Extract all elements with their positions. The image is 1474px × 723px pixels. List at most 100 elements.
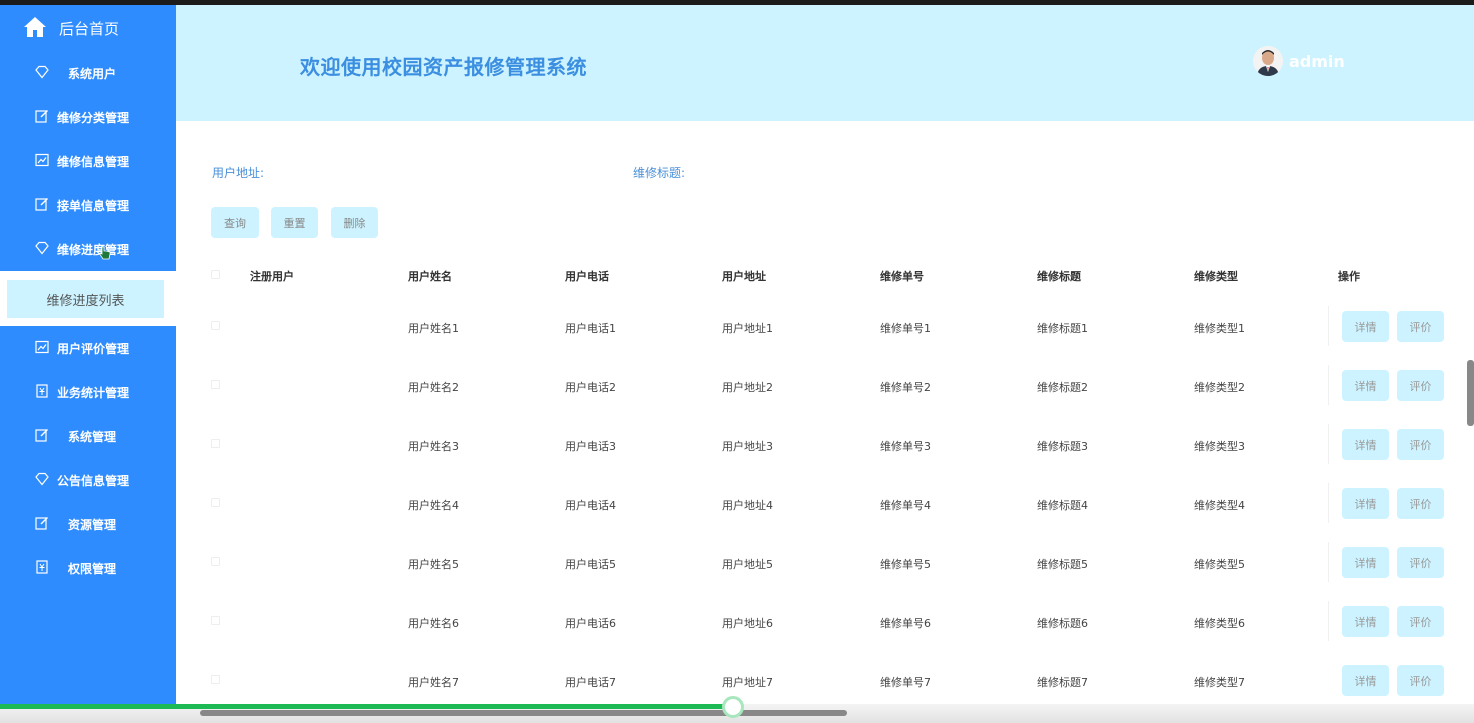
review-button[interactable]: 评价 (1397, 370, 1444, 401)
cell-title: 维修标题5 (1037, 558, 1088, 571)
avatar[interactable] (1253, 46, 1283, 76)
cell-type: 维修类型6 (1194, 617, 1245, 630)
sidebar-item-permission[interactable]: 权限管理 (0, 546, 176, 590)
sidebar-item-order-info[interactable]: 接单信息管理 (0, 183, 176, 227)
sidebar-item-business-stats[interactable]: 业务统计管理 (0, 370, 176, 414)
sidebar-item-system-manage[interactable]: 系统管理 (0, 414, 176, 458)
username-label[interactable]: admin (1289, 52, 1345, 71)
cell-title: 维修标题1 (1037, 322, 1088, 335)
row-divider (1328, 542, 1329, 582)
chart-icon (35, 340, 49, 354)
cell-name: 用户姓名3 (408, 440, 459, 453)
review-button[interactable]: 评价 (1397, 429, 1444, 460)
cell-phone: 用户电话1 (565, 322, 616, 335)
column-header: 操作 (1338, 270, 1360, 283)
diamond-icon (35, 65, 49, 79)
cell-title: 维修标题4 (1037, 499, 1088, 512)
row-checkbox[interactable] (211, 557, 220, 566)
sidebar-item-notice-info[interactable]: 公告信息管理 (0, 458, 176, 502)
detail-button[interactable]: 详情 (1342, 606, 1389, 637)
cell-name: 用户姓名5 (408, 558, 459, 571)
delete-button[interactable]: 删除 (331, 207, 378, 238)
chart-icon (35, 153, 49, 167)
cell-address: 用户地址2 (722, 381, 773, 394)
progress-knob[interactable] (722, 696, 744, 718)
edit-icon (35, 517, 48, 530)
detail-button[interactable]: 详情 (1342, 311, 1389, 342)
header: 欢迎使用校园资产报修管理系统 admin (176, 5, 1474, 121)
column-header: 注册用户 (250, 270, 294, 283)
sidebar-item-label: 用户评价管理 (57, 342, 130, 356)
cell-title: 维修标题7 (1037, 676, 1088, 689)
sidebar-item-system-users[interactable]: 系统用户 (0, 51, 176, 95)
sidebar-item-user-review[interactable]: 用户评价管理 (0, 326, 176, 370)
cell-address: 用户地址7 (722, 676, 773, 689)
cell-type: 维修类型7 (1194, 676, 1245, 689)
row-checkbox[interactable] (211, 380, 220, 389)
review-button[interactable]: 评价 (1397, 547, 1444, 578)
detail-button[interactable]: 详情 (1342, 547, 1389, 578)
sidebar-item-repair-category[interactable]: 维修分类管理 (0, 95, 176, 139)
row-divider (1328, 424, 1329, 464)
row-checkbox[interactable] (211, 616, 220, 625)
query-button[interactable]: 查询 (211, 207, 259, 238)
sidebar-item-label: 维修分类管理 (57, 111, 130, 125)
sidebar-subitem-repair-progress-list[interactable]: 维修进度列表 (7, 280, 164, 318)
cell-phone: 用户电话7 (565, 676, 616, 689)
cell-name: 用户姓名2 (408, 381, 459, 394)
cell-type: 维修类型5 (1194, 558, 1245, 571)
detail-button[interactable]: 详情 (1342, 370, 1389, 401)
review-button[interactable]: 评价 (1397, 606, 1444, 637)
cell-order-no: 维修单号4 (880, 499, 931, 512)
detail-button[interactable]: 详情 (1342, 665, 1389, 696)
cell-title: 维修标题3 (1037, 440, 1088, 453)
sidebar-item-repair-info[interactable]: 维修信息管理 (0, 139, 176, 183)
review-button[interactable]: 评价 (1397, 665, 1444, 696)
address-search-label: 用户地址: (212, 166, 265, 180)
row-checkbox[interactable] (211, 498, 220, 507)
cell-order-no: 维修单号3 (880, 440, 931, 453)
sidebar-submenu: 维修进度列表 (0, 271, 176, 326)
ticket-icon (36, 560, 48, 574)
edit-icon (35, 198, 48, 211)
cell-type: 维修类型2 (1194, 381, 1245, 394)
detail-button[interactable]: 详情 (1342, 429, 1389, 460)
diamond-icon (35, 472, 49, 486)
cell-order-no: 维修单号1 (880, 322, 931, 335)
user-avatar-icon (1253, 46, 1283, 76)
sidebar-home[interactable]: 后台首页 (0, 5, 176, 49)
cell-name: 用户姓名4 (408, 499, 459, 512)
row-divider (1328, 306, 1329, 346)
cell-name: 用户姓名6 (408, 617, 459, 630)
page-title: 欢迎使用校园资产报修管理系统 (300, 55, 587, 79)
video-progress-bar[interactable] (0, 704, 733, 709)
cell-address: 用户地址5 (722, 558, 773, 571)
row-checkbox[interactable] (211, 675, 220, 684)
cell-name: 用户姓名7 (408, 676, 459, 689)
row-checkbox[interactable] (211, 321, 220, 330)
detail-button[interactable]: 详情 (1342, 488, 1389, 519)
row-checkbox[interactable] (211, 439, 220, 448)
cell-title: 维修标题6 (1037, 617, 1088, 630)
vertical-scrollbar[interactable] (1467, 360, 1474, 426)
cell-address: 用户地址1 (722, 322, 773, 335)
cell-phone: 用户电话4 (565, 499, 616, 512)
cell-order-no: 维修单号6 (880, 617, 931, 630)
reset-button[interactable]: 重置 (271, 207, 318, 238)
select-all-checkbox[interactable] (211, 270, 220, 279)
sidebar-item-label: 业务统计管理 (57, 386, 130, 400)
sidebar-item-resource[interactable]: 资源管理 (0, 502, 176, 546)
title-search-label: 维修标题: (633, 166, 686, 180)
review-button[interactable]: 评价 (1397, 311, 1444, 342)
column-header: 用户地址 (722, 270, 766, 283)
cell-phone: 用户电话3 (565, 440, 616, 453)
column-header: 维修类型 (1194, 270, 1238, 283)
sidebar-item-label: 维修信息管理 (57, 155, 130, 169)
sidebar-item-repair-progress[interactable]: 维修进度管理 (0, 227, 176, 271)
cell-order-no: 维修单号5 (880, 558, 931, 571)
column-header: 维修单号 (880, 270, 924, 283)
horizontal-scrollbar[interactable] (200, 710, 847, 716)
review-button[interactable]: 评价 (1397, 488, 1444, 519)
cell-order-no: 维修单号7 (880, 676, 931, 689)
cell-type: 维修类型4 (1194, 499, 1245, 512)
